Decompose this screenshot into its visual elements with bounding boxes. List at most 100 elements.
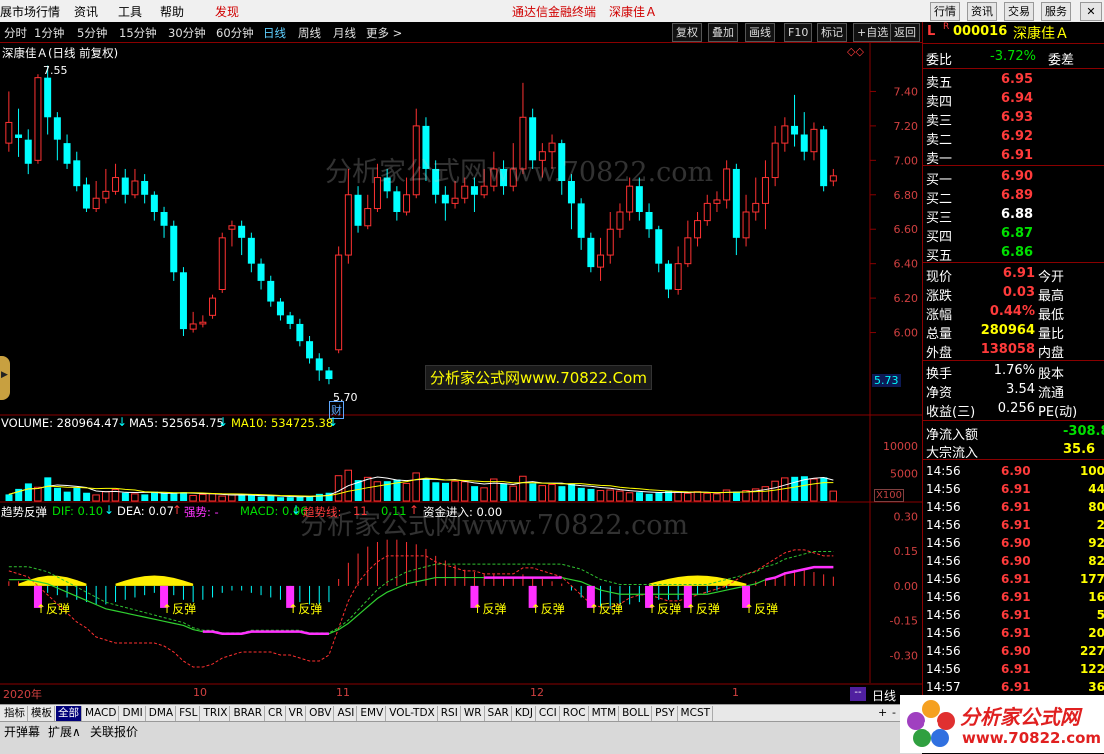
volume-bar-up (199, 493, 207, 502)
indicator-tab[interactable]: OBV (307, 706, 335, 721)
scroll-button[interactable]: -- (850, 687, 866, 701)
volume-bar-down (820, 477, 828, 501)
zoom-out-button[interactable]: - (892, 706, 896, 719)
overlay-button[interactable]: 叠加 (708, 23, 738, 42)
volume-bar-down (238, 494, 246, 501)
volume-bar-up (228, 494, 236, 502)
tick-volume: 177 (1079, 572, 1104, 586)
diamond-icon: ◇◇ (847, 45, 864, 58)
indicator-tab[interactable]: 模板 (29, 706, 55, 721)
volume-bar-down (471, 486, 479, 501)
candle-down (306, 341, 314, 359)
stat-value: 1.76% (993, 363, 1035, 378)
weibi-value: -3.72% (990, 49, 1036, 64)
candle-down (82, 184, 90, 209)
mark-button[interactable]: 标记 (817, 23, 847, 42)
period-more[interactable]: 更多 > (366, 25, 402, 41)
period-tab[interactable]: 60分钟 (216, 25, 254, 41)
price-tick-label: 7.20 (894, 120, 919, 133)
candle-down (732, 168, 740, 238)
period-tab[interactable]: 5分钟 (77, 25, 107, 41)
add-watchlist-button[interactable]: +自选 (853, 23, 893, 42)
bid-price: 6.88 (1001, 207, 1034, 222)
indicator-tab[interactable]: ASI (335, 706, 358, 721)
menu-info[interactable]: 资讯 (74, 3, 98, 20)
volume-bar-up (829, 490, 837, 502)
indicator-tab[interactable]: KDJ (513, 706, 536, 721)
period-tab-active[interactable]: 日线 (263, 25, 286, 41)
candle-up (364, 208, 372, 227)
top-trade-button[interactable]: 交易 (1004, 2, 1034, 21)
indicator-tab[interactable]: SAR (486, 706, 512, 721)
watermark-banner: 分析家公式网www.70822.Com (425, 365, 652, 390)
volume-unit-tag: X100 (874, 489, 904, 502)
volume-bar-up (519, 475, 527, 502)
menu-discover[interactable]: 发现 (215, 3, 239, 20)
indicator-tab[interactable]: 全部 (56, 706, 82, 721)
bid-label: 买三 (926, 211, 953, 226)
candlestick-series (5, 65, 837, 385)
f10-button[interactable]: F10 (784, 23, 813, 42)
down-arrow-icon: ↓ (218, 415, 229, 429)
candle-down (354, 194, 362, 226)
candle-up (34, 77, 42, 161)
candle-down (53, 117, 61, 140)
indicator-name[interactable]: 趋势反弹 (1, 504, 47, 520)
indicator-tab[interactable]: 指标 (2, 706, 28, 721)
period-tab[interactable]: 1分钟 (34, 25, 64, 41)
tick-volume: 100 (1079, 464, 1104, 478)
indicator-tab[interactable]: BOLL (620, 706, 653, 721)
volume-bar-up (480, 487, 488, 502)
related-quote-toggle[interactable]: 关联报价 (90, 723, 138, 740)
candle-down (179, 272, 187, 330)
period-tab[interactable]: 15分钟 (119, 25, 157, 41)
period-tab[interactable]: 月线 (333, 25, 356, 41)
indicator-tab[interactable]: CCI (537, 706, 560, 721)
indicator-tab[interactable]: PSY (653, 706, 678, 721)
period-tab[interactable]: 分时 (4, 25, 27, 41)
indicator-tab[interactable]: VOL-TDX (387, 706, 438, 721)
volume-bar-down (73, 487, 81, 501)
zoom-in-button[interactable]: + (878, 706, 887, 719)
indicator-tab[interactable]: CR (266, 706, 286, 721)
volume-bar-up (713, 493, 721, 502)
menu-tools[interactable]: 工具 (118, 3, 142, 20)
danmaku-toggle[interactable]: 开弹幕 (4, 723, 40, 740)
ask-price: 6.95 (1001, 72, 1034, 87)
menu-help[interactable]: 帮助 (160, 3, 184, 20)
ma10-value: MA10: 534725.38 (231, 416, 334, 430)
menu-market[interactable]: 展市场行情 (0, 3, 60, 20)
expand-toggle[interactable]: 扩展∧ (48, 723, 81, 740)
stat-label: 外盘 (926, 346, 953, 361)
indicator-tab[interactable]: VR (287, 706, 307, 721)
left-expand-handle[interactable]: ▶ (0, 356, 10, 400)
fuquan-button[interactable]: 复权 (672, 23, 702, 42)
draw-button[interactable]: 画线 (745, 23, 775, 42)
top-info-button[interactable]: 资讯 (967, 2, 997, 21)
volume-bar-up (131, 493, 139, 502)
indicator-tab[interactable]: MCST (679, 706, 714, 721)
top-service-button[interactable]: 服务 (1041, 2, 1071, 21)
indicator-tab[interactable]: DMI (120, 706, 146, 721)
watermark-text: 分析家公式网www.70822.com (325, 157, 714, 188)
ask-price: 6.94 (1001, 91, 1034, 106)
top-quote-button[interactable]: 行情 (930, 2, 960, 21)
indicator-tab[interactable]: EMV (358, 706, 387, 721)
indicator-tab[interactable]: DMA (147, 706, 177, 721)
indicator-tab[interactable]: FSL (177, 706, 201, 721)
indicator-tab[interactable]: RSI (439, 706, 461, 721)
indicator-tab[interactable]: ROC (561, 706, 589, 721)
indicator-tab[interactable]: MTM (590, 706, 620, 721)
indicator-tab[interactable]: MACD (83, 706, 120, 721)
close-icon[interactable]: ✕ (1080, 2, 1102, 21)
trend-line-value: 趋势线: (303, 505, 342, 519)
back-button[interactable]: 返回 (890, 23, 920, 42)
period-tab[interactable]: 30分钟 (168, 25, 206, 41)
app-title: 通达信金融终端 (512, 5, 597, 19)
tick-price: 6.90 (1001, 536, 1031, 550)
indicator-tab[interactable]: BRAR (231, 706, 265, 721)
indicator-tab[interactable]: TRIX (201, 706, 231, 721)
dea-line (8, 550, 834, 634)
indicator-tab[interactable]: WR (462, 706, 485, 721)
period-tab[interactable]: 周线 (298, 25, 321, 41)
